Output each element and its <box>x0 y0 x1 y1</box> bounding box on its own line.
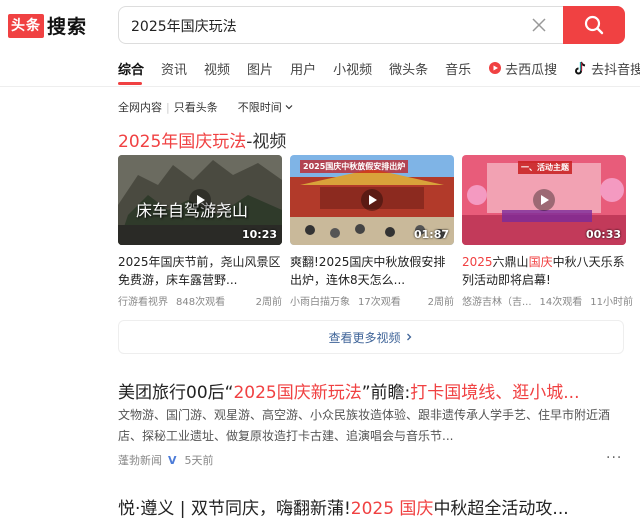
video-title-kw-2: 国庆 <box>528 255 553 269</box>
play-icon <box>533 189 555 211</box>
video-source[interactable]: 行游看视界 <box>118 293 168 308</box>
header: 头条 搜索 2025年国庆玩法 <box>0 0 640 52</box>
logo-box: 头条 <box>8 13 44 38</box>
search-input[interactable]: 2025年国庆玩法 <box>118 6 563 44</box>
tab-images[interactable]: 图片 <box>247 59 273 78</box>
video-duration: 01:87 <box>413 228 449 241</box>
search-value[interactable]: 2025年国庆玩法 <box>131 16 237 36</box>
xigua-icon <box>489 62 502 74</box>
result-title-part-3: ”前瞻: <box>361 383 411 403</box>
search-button[interactable] <box>563 6 625 44</box>
video-meta: 悠游吉林（吉... 14次观看 11小时前 <box>462 293 633 308</box>
video-thumbnail[interactable]: 2025国庆中秋放假安排出炉 01:87 <box>290 155 454 245</box>
play-icon <box>361 189 383 211</box>
tab-video[interactable]: 视频 <box>204 59 230 78</box>
tab-douyin-search[interactable]: 去抖音搜 <box>574 59 640 78</box>
video-source[interactable]: 小雨白描万象 <box>290 293 350 308</box>
filter-only-toutiao[interactable]: 只看头条 <box>174 99 218 115</box>
search-tabs: 综合 资讯 视频 图片 用户 小视频 微头条 音乐 去西瓜搜 去抖音搜 <box>118 56 640 80</box>
more-videos-label: 查看更多视频 <box>328 330 401 345</box>
toutiao-search-logo[interactable]: 头条 搜索 <box>8 12 87 39</box>
tab-news[interactable]: 资讯 <box>161 59 187 78</box>
video-thumbnail[interactable]: 床车自驾游尧山 10:23 <box>118 155 282 245</box>
video-card[interactable]: 床车自驾游尧山 10:23 2025年国庆节前，尧山风景区免费游，床车露营野..… <box>118 155 282 308</box>
tab-users[interactable]: 用户 <box>290 59 316 78</box>
douyin-label: 去抖音搜 <box>591 62 640 78</box>
video-title-part-2: 六鼎山 <box>492 255 529 269</box>
video-time: 2周前 <box>427 297 454 308</box>
tab-short-video[interactable]: 小视频 <box>333 59 372 78</box>
filter-all-content[interactable]: 全网内容 <box>118 99 162 115</box>
video-title[interactable]: 2025六鼎山国庆中秋八天乐系列活动即将启幕! <box>462 253 626 289</box>
video-meta: 小雨白描万象 17次观看 2周前 <box>290 293 454 308</box>
tab-micro-post[interactable]: 微头条 <box>389 59 428 78</box>
video-time: 11小时前 <box>590 297 634 308</box>
video-views: 848次观看 <box>176 297 226 308</box>
video-card[interactable]: 一、活动主题 00:33 2025六鼎山国庆中秋八天乐系列活动即将启幕! 悠游吉… <box>462 155 633 308</box>
play-icon <box>189 189 211 211</box>
filter-time-label: 不限时间 <box>237 101 282 114</box>
video-caption: 一、活动主题 <box>518 161 572 174</box>
active-tab-indicator <box>118 82 142 85</box>
result-title-part-1: 悦·遵义 | 双节同庆，嗨翻新蒲! <box>118 499 351 519</box>
video-card[interactable]: 2025国庆中秋放假安排出炉 01:87 爽翻!2025国庆中秋放假安排出炉，连… <box>290 155 454 308</box>
video-thumbnail[interactable]: 一、活动主题 00:33 <box>462 155 626 245</box>
video-cards: 床车自驾游尧山 10:23 2025年国庆节前，尧山风景区免费游，床车露营野..… <box>118 155 633 315</box>
video-caption: 2025国庆中秋放假安排出炉 <box>300 160 409 173</box>
result-time: 5天前 <box>184 454 214 467</box>
result-source[interactable]: 蓬勃新闻 <box>118 452 162 468</box>
video-section-keyword: 2025年国庆玩法 <box>118 132 247 152</box>
result-title-part-3: 中秋超全活动攻... <box>433 499 569 519</box>
filter-time-dropdown[interactable]: 不限时间 <box>238 99 294 115</box>
tabs-divider <box>0 86 640 87</box>
result-meta: 蓬勃新闻 V 5天前 <box>118 452 214 468</box>
video-views: 17次观看 <box>358 297 401 308</box>
result-title[interactable]: 美团旅行00后“2025国庆新玩法”前瞻:打卡国境线、逛小城... <box>118 378 579 403</box>
verified-badge: V <box>168 453 177 467</box>
more-options-icon[interactable]: ··· <box>606 450 622 466</box>
video-section-title[interactable]: 2025年国庆玩法-视频 <box>118 127 286 152</box>
logo-text: 搜索 <box>47 16 88 38</box>
filter-bar: 全网内容 | 只看头条 不限时间 <box>118 99 294 115</box>
result-title-part-1: 美团旅行00后“ <box>118 383 234 403</box>
video-section-suffix: -视频 <box>246 132 287 152</box>
video-duration: 00:33 <box>585 228 621 241</box>
clear-icon[interactable] <box>531 17 547 33</box>
video-title[interactable]: 2025年国庆节前，尧山风景区免费游，床车露营野... <box>118 253 282 289</box>
video-title-kw-1: 2025 <box>462 255 493 269</box>
result-snippet: 文物游、国门游、观星游、高空游、小众民族妆造体验、跟非遗传承人学手艺、住早市附近… <box>118 408 611 443</box>
chevron-down-icon <box>285 105 293 110</box>
video-views: 14次观看 <box>539 297 583 308</box>
video-time: 2周前 <box>255 297 282 308</box>
result-title[interactable]: 悦·遵义 | 双节同庆，嗨翻新蒲!2025 国庆中秋超全活动攻... <box>118 494 569 519</box>
chevron-right-icon <box>406 333 411 341</box>
more-videos-button[interactable]: 查看更多视频 <box>118 320 624 354</box>
xigua-label: 去西瓜搜 <box>505 62 558 78</box>
video-source[interactable]: 悠游吉林（吉... <box>462 293 532 308</box>
tab-comprehensive[interactable]: 综合 <box>118 59 144 78</box>
douyin-icon <box>575 61 586 75</box>
tab-xigua-search[interactable]: 去西瓜搜 <box>488 59 557 78</box>
tab-music[interactable]: 音乐 <box>445 59 471 78</box>
result-title-highlight: 打卡国境线、逛小城... <box>410 383 580 403</box>
video-title[interactable]: 爽翻!2025国庆中秋放假安排出炉，连休8天怎么... <box>290 253 454 289</box>
result-title-keyword: 2025国庆新玩法 <box>233 383 362 403</box>
filter-separator: | <box>166 100 170 114</box>
result-title-keyword: 2025 国庆 <box>350 499 434 519</box>
video-meta: 行游看视界 848次观看 2周前 <box>118 293 282 308</box>
video-duration: 10:23 <box>241 228 277 241</box>
search-icon <box>584 15 604 35</box>
